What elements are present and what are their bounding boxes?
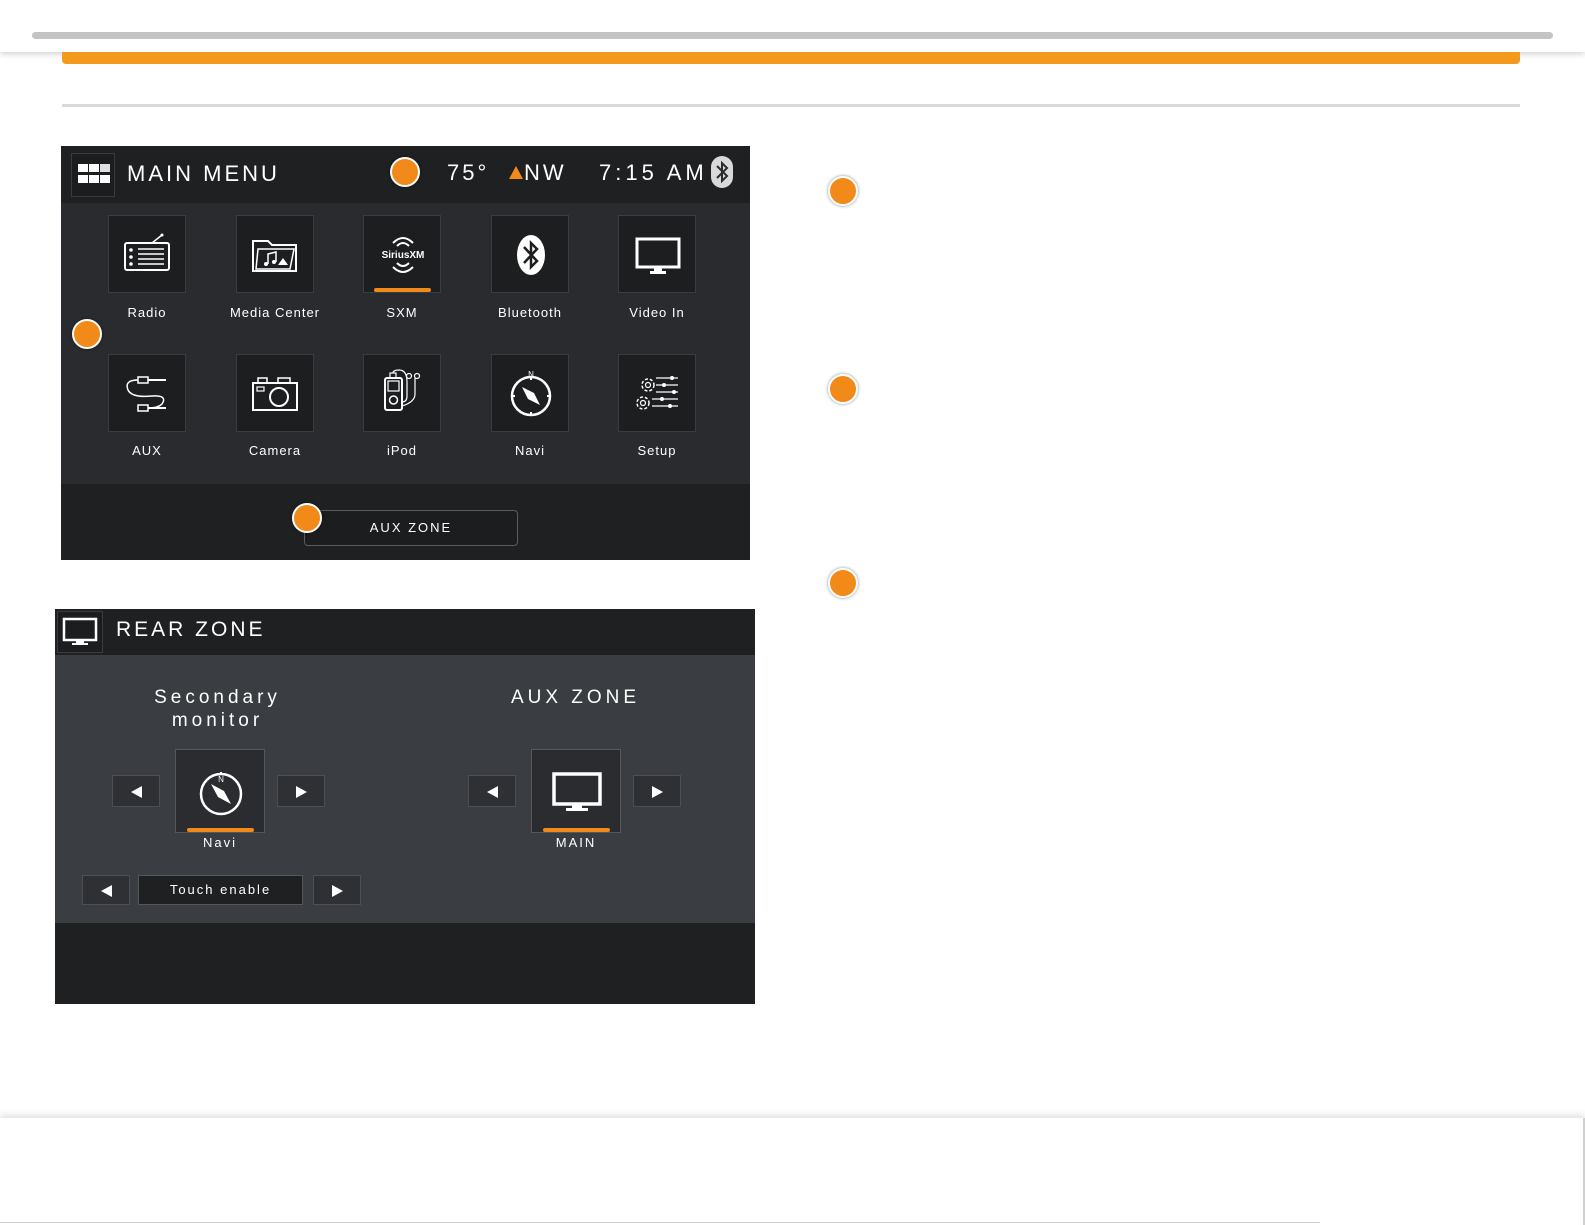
active-indicator	[374, 288, 431, 292]
active-indicator	[543, 828, 610, 832]
footer-line	[0, 1222, 1320, 1223]
tile-aux[interactable]	[108, 354, 186, 432]
tile-label-aux: AUX	[132, 443, 162, 458]
radio-icon	[124, 233, 170, 271]
rear-zone-footer	[55, 923, 755, 1004]
left-arrow-icon	[101, 885, 112, 897]
secondary-monitor-heading: Secondary monitor	[154, 687, 281, 731]
active-indicator	[187, 828, 254, 832]
aux-cable-icon	[126, 376, 166, 412]
tile-label-setup: Setup	[637, 443, 677, 458]
siriusxm-icon: SiriusXM	[382, 237, 425, 273]
grid-menu-icon[interactable]	[71, 153, 115, 197]
clock: 7:15 AM	[599, 160, 708, 185]
aux-prev-button[interactable]	[468, 775, 516, 807]
section-accent-bar	[62, 52, 1520, 64]
tile-radio[interactable]	[108, 215, 186, 293]
touch-enable-field[interactable]: Touch enable	[138, 875, 303, 905]
secondary-prev-button[interactable]	[112, 775, 160, 807]
tile-camera[interactable]	[236, 354, 314, 432]
tile-label-ipod: iPod	[386, 443, 418, 458]
aux-next-button[interactable]	[633, 775, 681, 807]
ipod-icon	[384, 369, 421, 411]
camera-icon	[252, 377, 298, 411]
right-arrow-icon	[296, 786, 307, 798]
tile-label-sxm: SXM	[386, 305, 418, 320]
tile-ipod[interactable]	[363, 354, 441, 432]
tile-label-media-center: Media Center	[229, 305, 321, 320]
svg-text:N: N	[528, 370, 534, 379]
compass-direction: NW	[524, 160, 567, 185]
temperature-readout: 75°	[447, 160, 490, 185]
heading-arrow-icon	[509, 166, 523, 179]
tile-label-radio: Radio	[127, 305, 167, 320]
bluetooth-status-icon	[711, 156, 733, 188]
compass-icon: N	[199, 772, 243, 816]
aux-zone-button[interactable]: AUX ZONE	[304, 510, 518, 546]
tile-bluetooth[interactable]	[491, 215, 569, 293]
aux-source-tile[interactable]	[531, 749, 621, 833]
settings-sliders-icon	[636, 376, 678, 410]
svg-text:N: N	[218, 775, 224, 784]
header-rule	[32, 32, 1553, 39]
tile-navi[interactable]: N	[491, 354, 569, 432]
callout-marker-status	[390, 157, 420, 187]
right-arrow-icon	[332, 885, 343, 897]
left-arrow-icon	[131, 786, 142, 798]
callout-marker-tiles	[72, 319, 102, 349]
section-divider	[62, 104, 1520, 107]
manual-page: MAIN MENU 75° NW 7:15 AM Radio Media Cen…	[0, 0, 1585, 1225]
secondary-source-label: Navi	[202, 835, 237, 850]
callout-marker-aux-zone	[292, 503, 322, 533]
tile-label-video-in: Video In	[629, 305, 685, 320]
secondary-next-button[interactable]	[277, 775, 325, 807]
callout-marker-1	[828, 176, 858, 206]
folder-media-icon	[252, 240, 297, 272]
tile-setup[interactable]	[618, 354, 696, 432]
callout-marker-2	[828, 374, 858, 404]
tile-label-camera: Camera	[248, 443, 302, 458]
page-header-band	[0, 0, 1585, 52]
left-arrow-icon	[487, 786, 498, 798]
monitor-icon	[635, 237, 681, 274]
tile-media-center[interactable]	[236, 215, 314, 293]
secondary-source-tile[interactable]: N	[175, 749, 265, 833]
aux-source-label: MAIN	[555, 835, 597, 850]
monitor-icon[interactable]	[57, 611, 103, 653]
bluetooth-icon	[517, 235, 545, 275]
page-title: MAIN MENU	[127, 161, 280, 186]
rear-zone-screen: REAR ZONE Secondary monitor N Navi AUX Z…	[55, 609, 755, 1004]
compass-icon: N	[510, 370, 552, 417]
page-title: REAR ZONE	[116, 618, 266, 641]
touch-next-button[interactable]	[313, 875, 361, 905]
tile-label-navi: Navi	[514, 443, 545, 458]
tile-sxm[interactable]: SiriusXM	[363, 215, 441, 293]
callout-marker-3	[828, 568, 858, 598]
aux-zone-heading: AUX ZONE	[510, 687, 641, 708]
rear-zone-header: REAR ZONE	[55, 609, 755, 655]
tile-label-bluetooth: Bluetooth	[498, 305, 562, 320]
tile-video-in[interactable]	[618, 215, 696, 293]
page-footer-band	[0, 1118, 1585, 1225]
main-menu-screen: MAIN MENU 75° NW 7:15 AM Radio Media Cen…	[61, 146, 750, 560]
svg-text:SiriusXM: SiriusXM	[382, 250, 425, 261]
touch-prev-button[interactable]	[82, 875, 130, 905]
right-arrow-icon	[652, 786, 663, 798]
monitor-icon	[552, 772, 602, 811]
